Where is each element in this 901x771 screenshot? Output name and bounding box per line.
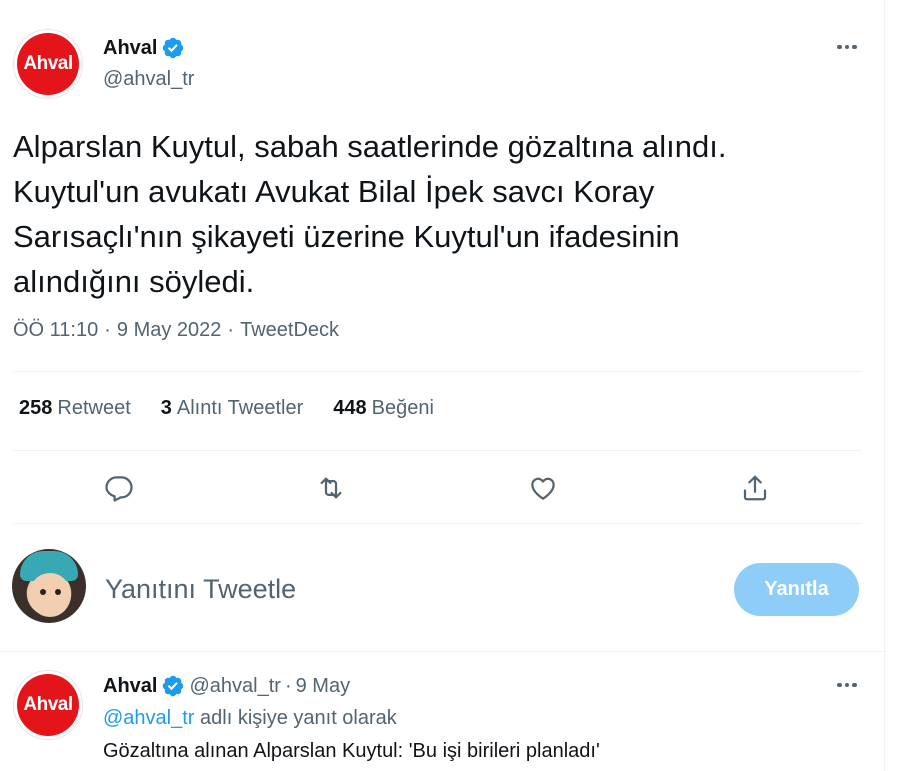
author-name[interactable]: Ahval: [103, 37, 157, 60]
retweet-count: 258: [19, 397, 53, 419]
quote-stat[interactable]: 3 Alıntı Tweetler: [161, 397, 303, 420]
author-handle[interactable]: @ahval_tr: [103, 68, 194, 91]
quote-label: Alıntı Tweetler: [176, 397, 304, 419]
column-border: [884, 0, 885, 771]
retweet-button[interactable]: [313, 470, 349, 506]
current-user-avatar[interactable]: [12, 549, 86, 623]
like-button[interactable]: [525, 470, 561, 506]
reply-submit-button[interactable]: Yanıtla: [734, 563, 859, 616]
divider: [0, 651, 884, 652]
author-name-row[interactable]: Ahval: [103, 36, 185, 60]
author-avatar[interactable]: Ahval: [13, 29, 83, 99]
reply-button[interactable]: [101, 470, 137, 506]
like-label: Beğeni: [371, 397, 434, 419]
reply-more-options-icon[interactable]: [833, 675, 861, 695]
verified-badge-icon: [161, 674, 185, 698]
ahval-logo: Ahval: [17, 33, 79, 95]
divider: [13, 523, 862, 524]
reply-input[interactable]: Yanıtını Tweetle: [105, 574, 296, 605]
tweet-meta: ÖÖ 11:10 · 9 May 2022 · TweetDeck: [13, 319, 339, 342]
tweet-time[interactable]: ÖÖ 11:10: [13, 319, 98, 342]
separator-dot: ·: [104, 319, 111, 341]
ahval-logo: Ahval: [17, 674, 79, 736]
reply-date[interactable]: 9 May: [296, 675, 350, 698]
retweet-stat[interactable]: 258 Retweet: [19, 397, 131, 420]
like-count: 448: [333, 397, 367, 419]
reply-author-avatar[interactable]: Ahval: [13, 670, 83, 740]
share-button[interactable]: [737, 470, 773, 506]
more-options-icon[interactable]: [833, 37, 861, 57]
tweet-date[interactable]: 9 May 2022: [117, 319, 222, 342]
separator-dot: ·: [227, 319, 235, 341]
share-icon: [743, 475, 767, 501]
reply-author-name[interactable]: Ahval: [103, 675, 157, 698]
action-bar: [0, 470, 884, 506]
retweet-label: Retweet: [57, 397, 131, 419]
divider: [13, 371, 862, 372]
tweet-source[interactable]: TweetDeck: [240, 319, 339, 342]
divider: [13, 450, 862, 451]
tweet-stats: 258 Retweet 3 Alıntı Tweetler 448 Beğeni: [19, 397, 464, 420]
retweet-icon: [320, 477, 342, 499]
separator-dot: ·: [284, 674, 292, 697]
replying-to-line: @ahval_tr adlı kişiye yanıt olarak: [103, 707, 397, 730]
replying-to-link[interactable]: @ahval_tr: [103, 707, 194, 729]
replying-to-suffix: adlı kişiye yanıt olarak: [194, 707, 397, 729]
reply-author-handle[interactable]: @ahval_tr: [189, 675, 280, 698]
tweet-text: Alparslan Kuytul, sabah saatlerinde göza…: [13, 129, 727, 299]
reply-author-row: Ahval @ahval_tr · 9 May: [103, 674, 350, 698]
verified-badge-icon: [161, 36, 185, 60]
reply-tweet-text: Gözaltına alınan Alparslan Kuytul: 'Bu i…: [103, 740, 600, 762]
heart-icon: [531, 477, 555, 500]
reply-icon: [105, 476, 133, 502]
like-stat[interactable]: 448 Beğeni: [333, 397, 434, 420]
quote-count: 3: [160, 397, 172, 419]
